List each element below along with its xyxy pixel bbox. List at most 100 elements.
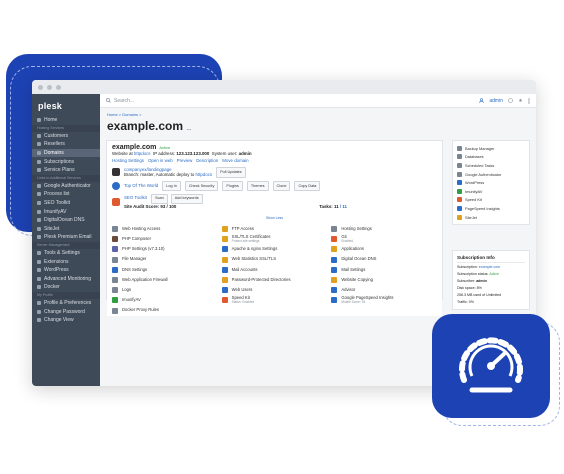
subscription-title: Subscription Info (457, 254, 525, 263)
tool-item[interactable]: File Manager (112, 255, 218, 265)
sidebar-item[interactable]: Change Password (32, 307, 100, 316)
sidebar-item[interactable]: Plesk Premium Email (32, 233, 100, 242)
sidebar-item[interactable]: DigitalOcean DNS (32, 216, 100, 225)
httpdocs-link[interactable]: httpdocs (134, 151, 151, 156)
seo-tasks-total[interactable]: / 11 (340, 204, 347, 209)
tool-item[interactable]: DNS Settings (112, 265, 218, 275)
sub-domain-link[interactable]: example.com (479, 265, 500, 269)
wordpress-action-button[interactable]: Themes (246, 180, 269, 192)
domain-link[interactable]: Open in web (148, 158, 173, 163)
tool-item[interactable]: Web Users (221, 285, 328, 295)
sidebar-item[interactable]: Google Authenticator (32, 182, 100, 191)
ip-label: IP address: (152, 151, 176, 157)
sidebar-item[interactable]: Resellers (32, 140, 100, 149)
sidebar-item[interactable]: Docker (32, 283, 100, 292)
tool-label: Docker Proxy Rules (122, 307, 160, 313)
tool-item[interactable]: FTP Access (221, 224, 328, 234)
tool-item[interactable]: Logs (112, 285, 218, 295)
sidebar-item[interactable]: Advanced Monitoring (32, 275, 100, 284)
sidebar-item[interactable]: WordPress (32, 266, 100, 275)
sidebar-item-label: Change View (44, 317, 74, 324)
user-menu[interactable]: admin (489, 98, 503, 104)
right-panel-item[interactable]: Speed Kit (457, 196, 525, 205)
tool-item[interactable]: Speed Kit Status: Enabled (221, 295, 328, 305)
wordpress-action-button[interactable]: Clone (272, 180, 291, 192)
wordpress-action-button[interactable]: Log In (162, 180, 181, 192)
sidebar-item[interactable]: Tools & Settings (32, 249, 100, 258)
right-panel-item[interactable]: Databases (457, 153, 525, 162)
domain-link[interactable]: Move domain (222, 158, 248, 163)
sidebar-item[interactable]: ImunifyAV (32, 207, 100, 216)
tool-item[interactable]: Mail Accounts (221, 265, 328, 275)
tool-label: Google PageSpeed Insights (341, 294, 394, 300)
tool-item[interactable]: Website Copying (331, 275, 437, 285)
domain-link[interactable]: Description (196, 158, 218, 163)
right-panel-item[interactable]: Backup Manager (457, 144, 525, 153)
tool-item[interactable]: PHP Composer (112, 234, 218, 244)
tool-item[interactable]: Web Statistics SSL/TLS (221, 255, 328, 265)
tool-item[interactable]: Digital Ocean DNS (331, 255, 437, 265)
sidebar-item-label: Resellers (44, 141, 65, 148)
right-panel-item[interactable]: Scheduled Tasks (457, 161, 525, 170)
window-dot[interactable] (38, 84, 43, 90)
notifications-icon[interactable] (518, 98, 523, 103)
domain-link[interactable]: Hosting Settings (112, 158, 144, 163)
right-panel-item[interactable]: Google Authenticator (457, 170, 525, 179)
tool-item[interactable]: Docker Proxy Rules (112, 306, 218, 316)
sidebar-section-header: My Profile (32, 291, 100, 299)
domain-link[interactable]: Preview (177, 158, 193, 163)
pull-updates-button[interactable]: Pull Updates (216, 167, 246, 178)
sidebar-item[interactable]: Subscriptions (32, 157, 100, 166)
domain-name[interactable]: example.com (112, 144, 156, 151)
tool-item[interactable]: Password-Protected Directories (221, 275, 328, 285)
tool-item[interactable]: Web Hosting Access (112, 224, 218, 234)
wordpress-action-button[interactable]: Plugins (222, 180, 243, 192)
right-panel-item[interactable]: WordPress (457, 178, 525, 187)
help-icon[interactable] (508, 98, 513, 103)
right-panel-item[interactable]: SiteJet (457, 213, 525, 222)
right-panel-item[interactable]: PageSpeed Insights (457, 204, 525, 213)
sidebar-item[interactable]: SEO Toolkit (32, 199, 100, 208)
sidebar-item[interactable]: Domains (32, 148, 100, 158)
window-dot[interactable] (56, 84, 61, 90)
tool-item[interactable]: SSL/TLS Certificates Protect site setting… (221, 234, 328, 244)
seo-action-button[interactable]: Add keywords (170, 194, 203, 204)
tool-item[interactable]: Web Application Firewall (112, 275, 218, 285)
tool-item[interactable]: Google PageSpeed Insights Mobile Score: 9… (331, 295, 437, 305)
sidebar-item[interactable]: Customers (32, 132, 100, 141)
sidebar-item[interactable]: Process list (32, 190, 100, 199)
sidebar-item-label: Profile & Preferences (44, 299, 92, 306)
sidebar-item[interactable]: SiteJet (32, 225, 100, 234)
sidebar-section-header: Hosting Services (32, 124, 100, 132)
sidebar-item-icon (37, 235, 41, 240)
page-title-text: example.com (107, 119, 184, 133)
sidebar-item-icon (37, 168, 41, 173)
sidebar-item[interactable]: Home (32, 116, 100, 125)
wordpress-action-button[interactable]: Copy Data (294, 180, 321, 192)
sidebar-item[interactable]: Change View (32, 316, 100, 325)
seo-toolkit-link[interactable]: SEO Toolkit (124, 195, 147, 200)
tool-item[interactable]: Hosting Settings (331, 224, 437, 234)
page-title-menu[interactable]: ... (186, 126, 191, 132)
show-less-link[interactable]: Show Less (107, 216, 442, 220)
git-deploy-link[interactable]: httpdocs (196, 172, 213, 177)
window-dot[interactable] (47, 84, 52, 90)
tool-item[interactable]: PHP Settings (v7.3.10) (112, 244, 218, 254)
wordpress-action-button[interactable]: Check Security (184, 180, 219, 192)
tool-item[interactable]: Advisor (331, 285, 437, 295)
breadcrumb[interactable]: Home > Domains > (100, 108, 536, 117)
search-box[interactable]: Search... (106, 98, 479, 104)
wordpress-site-link[interactable]: Top Of The World (124, 183, 158, 189)
sidebar-item[interactable]: Profile & Preferences (32, 299, 100, 308)
sidebar-item[interactable]: Service Plans (32, 166, 100, 175)
more-icon[interactable] (528, 97, 530, 104)
tool-item[interactable]: Apache & nginx Settings (221, 244, 328, 254)
seo-action-button[interactable]: Scan (151, 194, 168, 204)
right-panel-item[interactable]: ImunifyAV (457, 187, 525, 196)
tool-item[interactable]: Applications (331, 244, 437, 254)
sidebar-item[interactable]: Extensions (32, 257, 100, 266)
search-icon (106, 98, 111, 103)
tool-item[interactable]: ImunifyAV (112, 295, 218, 305)
tool-item[interactable]: Mail Settings (331, 265, 437, 275)
tool-item[interactable]: Git Enabled (331, 234, 437, 244)
